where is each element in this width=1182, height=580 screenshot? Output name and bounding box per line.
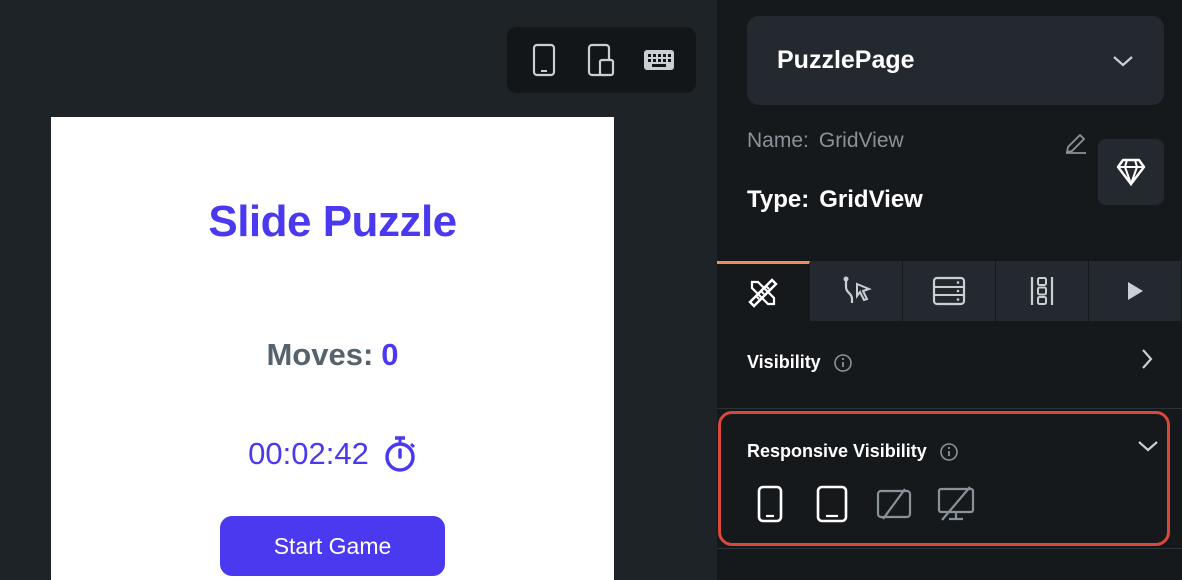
tablet-landscape-off-icon (876, 488, 912, 520)
name-label: Name: (747, 129, 809, 152)
gem-icon (1116, 158, 1146, 186)
desktop-visibility-toggle[interactable] (936, 483, 976, 525)
tab-actions[interactable] (810, 261, 903, 321)
chevron-down-icon[interactable] (1136, 439, 1160, 453)
responsive-device-toggles (750, 483, 976, 525)
visibility-section[interactable]: Visibility (717, 321, 1182, 409)
phone-icon (757, 485, 783, 523)
tablet-landscape-visibility-toggle[interactable] (874, 483, 914, 525)
tablet-icon (816, 485, 848, 523)
tablet-preview-button[interactable] (581, 40, 621, 80)
tablet-visibility-toggle[interactable] (812, 483, 852, 525)
play-icon (1128, 282, 1143, 300)
page-name: PuzzlePage (777, 46, 915, 74)
properties-panel: PuzzlePage Name: GridView Type: GridView V… (717, 0, 1182, 580)
gem-button[interactable] (1098, 139, 1164, 205)
moves-label: Moves: (266, 337, 374, 372)
name-value: GridView (818, 129, 904, 152)
widget-type-row: Type: GridView (747, 186, 923, 214)
column-layout-icon (1030, 277, 1054, 305)
type-label: Type: (747, 186, 810, 213)
device-toolbar (507, 27, 696, 93)
edit-name-button[interactable] (1064, 131, 1088, 160)
tab-properties[interactable] (717, 261, 810, 321)
moves-display: Moves: 0 (51, 337, 614, 373)
widget-name-row: Name: GridView (747, 129, 904, 153)
timer-value: 00:02:42 (248, 436, 369, 471)
phone-preview-button[interactable] (524, 40, 564, 80)
info-icon (939, 442, 958, 461)
chevron-down-icon (1113, 55, 1133, 66)
keyboard-preview-button[interactable] (639, 40, 679, 80)
moves-count: 0 (381, 337, 399, 372)
tab-run[interactable] (1089, 261, 1182, 321)
tab-backend-query[interactable] (903, 261, 996, 321)
puzzle-title: Slide Puzzle (208, 197, 457, 246)
ruler-pencil-icon (748, 277, 778, 308)
stopwatch-icon (385, 436, 415, 472)
responsive-visibility-title: Responsive Visibility (747, 441, 959, 462)
type-value: GridView (819, 186, 923, 213)
pencil-icon (1065, 133, 1086, 154)
desktop-off-icon (937, 486, 975, 521)
action-flow-icon (843, 276, 872, 303)
phone-visibility-toggle[interactable] (750, 483, 790, 525)
app-preview: Slide Puzzle Moves: 0 00:02:42 Start Game (51, 117, 614, 580)
keyboard-icon (644, 50, 675, 70)
start-game-button[interactable]: Start Game (220, 516, 445, 576)
phone-icon (532, 43, 555, 77)
visibility-label: Visibility (747, 352, 821, 372)
visibility-title: Visibility (747, 352, 853, 373)
chevron-right-icon[interactable] (1140, 347, 1154, 371)
panel-tabs (717, 261, 1182, 321)
timer-display: 00:02:42 (51, 435, 614, 473)
canvas-area: Slide Puzzle Moves: 0 00:02:42 Start Game (0, 0, 717, 580)
page-selector[interactable]: PuzzlePage (747, 16, 1164, 105)
info-icon (833, 353, 852, 372)
responsive-visibility-section: Responsive Visibility (717, 409, 1182, 549)
responsive-visibility-label: Responsive Visibility (747, 441, 927, 461)
tab-layout[interactable] (996, 261, 1089, 321)
database-icon (932, 276, 966, 306)
tablet-icon (588, 43, 615, 77)
